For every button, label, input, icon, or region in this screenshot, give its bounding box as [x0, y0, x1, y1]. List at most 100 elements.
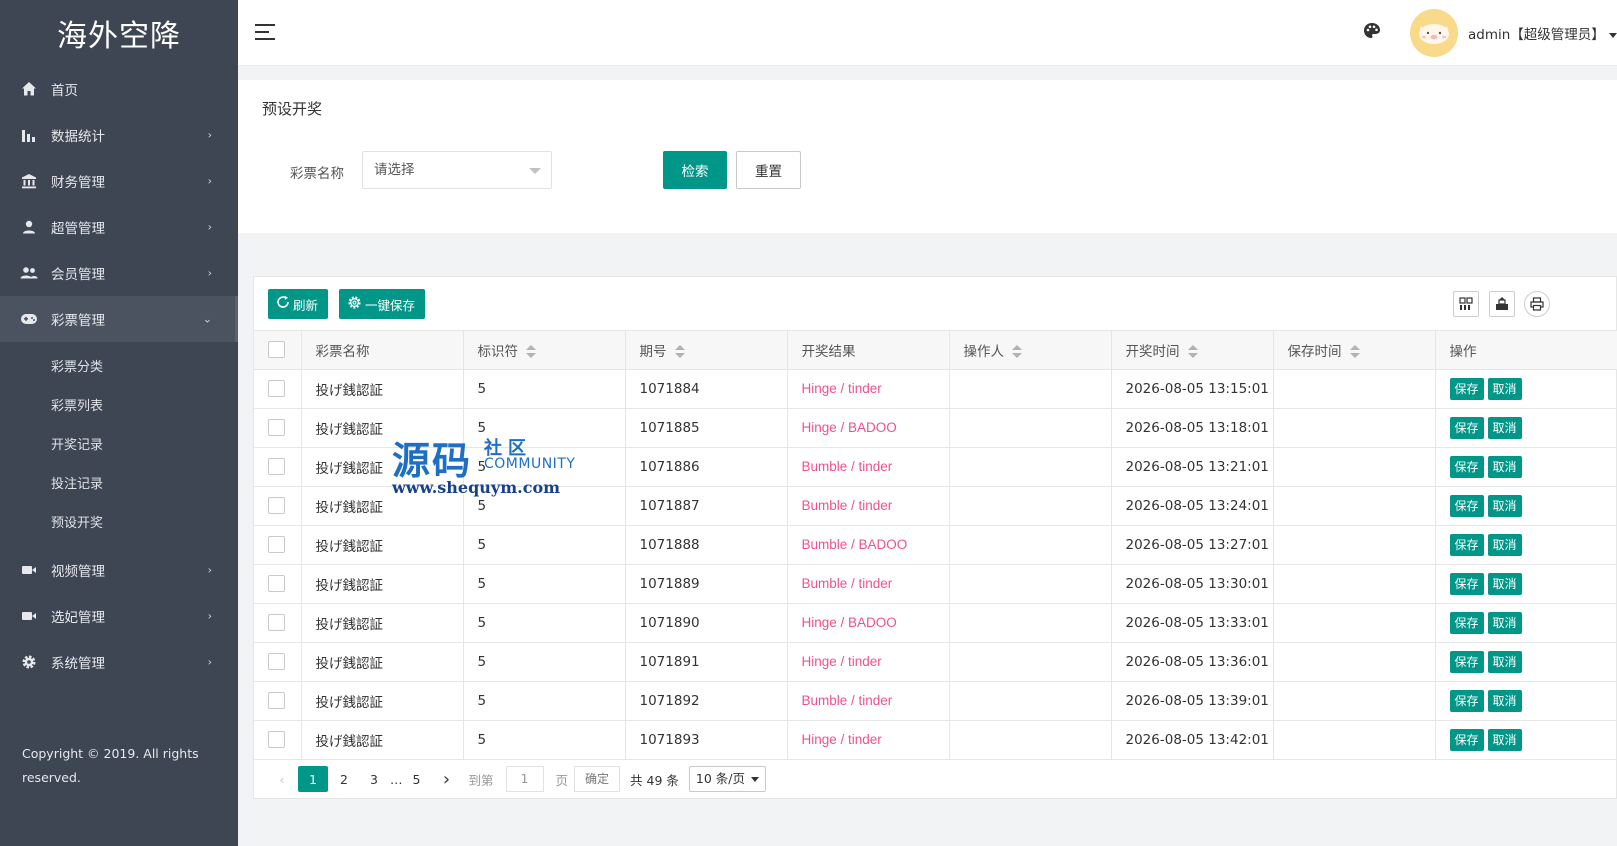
submenu-item-lottery-list[interactable]: 彩票列表: [0, 385, 238, 424]
row-cancel-button[interactable]: 取消: [1487, 650, 1522, 673]
row-cancel-button[interactable]: 取消: [1487, 416, 1522, 439]
row-save-button[interactable]: 保存: [1449, 416, 1484, 439]
cell-result: Bumble / tinder: [787, 447, 950, 487]
cell-saved-time: [1273, 603, 1436, 643]
select-all-checkbox[interactable]: [268, 341, 285, 359]
cell-lottery-name: 投げ銭認証: [301, 603, 464, 643]
sort-icon[interactable]: [1012, 345, 1022, 359]
print-icon[interactable]: [1524, 291, 1550, 317]
page-size-select[interactable]: 10 条/页: [688, 766, 766, 792]
cell-code: 5: [463, 369, 626, 409]
row-cancel-button[interactable]: 取消: [1487, 455, 1522, 478]
export-icon[interactable]: [1489, 291, 1515, 317]
submenu-item-preset-draw[interactable]: 预设开奖: [0, 502, 238, 541]
page-button-2[interactable]: 2: [330, 766, 358, 792]
sidebar-item-label: 视频管理: [51, 564, 105, 580]
cell-saved-time: [1273, 642, 1436, 682]
home-icon: [20, 80, 38, 98]
cell-result: Bumble / tinder: [787, 564, 950, 604]
cell-code: 5: [463, 642, 626, 682]
row-save-button[interactable]: 保存: [1449, 494, 1484, 517]
row-cancel-button[interactable]: 取消: [1487, 728, 1522, 751]
sidebar-item-video[interactable]: 视频管理 ›: [0, 547, 238, 593]
sidebar-item-finance[interactable]: 财务管理 ›: [0, 158, 238, 204]
row-cancel-button[interactable]: 取消: [1487, 689, 1522, 712]
row-save-button[interactable]: 保存: [1449, 455, 1484, 478]
row-checkbox[interactable]: [268, 653, 285, 670]
cell-operator: [949, 603, 1112, 643]
submenu-item-lottery-category[interactable]: 彩票分类: [0, 346, 238, 385]
username-label: admin【超级管理员】: [1468, 27, 1605, 43]
prev-page-button[interactable]: ‹: [268, 766, 296, 792]
row-select-cell: [254, 447, 302, 487]
column-header[interactable]: 保存时间: [1273, 331, 1436, 370]
sidebar-item-statistics[interactable]: 数据统计 ›: [0, 112, 238, 158]
row-save-button[interactable]: 保存: [1449, 533, 1484, 556]
lottery-name-select[interactable]: 请选择: [362, 151, 552, 189]
submenu-item-bet-records[interactable]: 投注记录: [0, 463, 238, 502]
goto-confirm-button[interactable]: 确定: [574, 766, 621, 792]
reset-button[interactable]: 重置: [736, 151, 801, 189]
sort-icon[interactable]: [1187, 345, 1198, 359]
sort-icon[interactable]: [526, 345, 536, 359]
row-save-button[interactable]: 保存: [1449, 572, 1484, 595]
sidebar-item-superadmin[interactable]: 超管管理 ›: [0, 204, 238, 250]
menu-toggle-icon[interactable]: [255, 24, 275, 40]
sort-icon[interactable]: [1349, 345, 1360, 359]
cell-result: Hinge / BADOO: [787, 408, 950, 448]
row-checkbox[interactable]: [268, 692, 285, 709]
row-cancel-button[interactable]: 取消: [1487, 611, 1522, 634]
row-save-button[interactable]: 保存: [1449, 728, 1484, 751]
column-header-label: 操作: [1449, 343, 1477, 360]
row-checkbox[interactable]: [268, 497, 285, 514]
sidebar-item-lottery[interactable]: 彩票管理 ⌄: [0, 296, 238, 342]
row-checkbox[interactable]: [268, 380, 285, 397]
row-cancel-button[interactable]: 取消: [1487, 494, 1522, 517]
avatar[interactable]: [1410, 9, 1458, 57]
row-checkbox[interactable]: [268, 575, 285, 592]
cell-result: Hinge / BADOO: [787, 603, 950, 643]
row-save-button[interactable]: 保存: [1449, 377, 1484, 400]
column-header[interactable]: 标识符: [463, 331, 626, 370]
column-header[interactable]: 开奖时间: [1111, 331, 1274, 370]
cell-actions: 保存 取消: [1435, 447, 1617, 487]
page-button-3[interactable]: 3: [360, 766, 388, 792]
sidebar-item-home[interactable]: 首页: [0, 66, 238, 112]
column-header[interactable]: 操作人: [949, 331, 1112, 370]
cell-operator: [949, 525, 1112, 565]
save-all-button[interactable]: 一键保存: [339, 289, 426, 319]
cell-lottery-name: 投げ銭認証: [301, 564, 464, 604]
row-cancel-button[interactable]: 取消: [1487, 572, 1522, 595]
sidebar-item-selection[interactable]: 选妃管理 ›: [0, 593, 238, 639]
cell-draw-time: 2026-08-05 13:33:01: [1111, 603, 1274, 643]
row-save-button[interactable]: 保存: [1449, 611, 1484, 634]
row-checkbox[interactable]: [268, 614, 285, 631]
search-button[interactable]: 检索: [663, 151, 727, 189]
palette-icon[interactable]: [1363, 22, 1383, 42]
row-checkbox[interactable]: [268, 536, 285, 553]
user-menu[interactable]: admin【超级管理员】: [1468, 23, 1617, 43]
sidebar-item-members[interactable]: 会员管理 ›: [0, 250, 238, 296]
submenu-item-draw-records[interactable]: 开奖记录: [0, 424, 238, 463]
row-cancel-button[interactable]: 取消: [1487, 533, 1522, 556]
refresh-button[interactable]: 刷新: [268, 289, 329, 319]
row-cancel-button[interactable]: 取消: [1487, 377, 1522, 400]
page-button-last[interactable]: 5: [403, 766, 431, 792]
column-header[interactable]: 期号: [625, 331, 788, 370]
column-header: 开奖结果: [787, 331, 950, 370]
sidebar-item-system[interactable]: 系统管理 ›: [0, 639, 238, 685]
row-save-button[interactable]: 保存: [1449, 689, 1484, 712]
goto-page-input[interactable]: 1: [505, 766, 544, 792]
columns-filter-icon[interactable]: [1453, 291, 1479, 317]
copyright-text: Copyright © 2019. All rights reserved.: [22, 746, 199, 785]
row-save-button[interactable]: 保存: [1449, 650, 1484, 673]
row-checkbox[interactable]: [268, 458, 285, 475]
refresh-label: 刷新: [293, 297, 319, 313]
next-page-button[interactable]: ›: [433, 766, 461, 792]
row-checkbox[interactable]: [268, 419, 285, 436]
cell-issue: 1071887: [625, 486, 788, 526]
cell-actions: 保存 取消: [1435, 525, 1617, 565]
row-checkbox[interactable]: [268, 731, 285, 748]
page-button-1[interactable]: 1: [298, 766, 328, 792]
sort-icon[interactable]: [674, 345, 685, 359]
